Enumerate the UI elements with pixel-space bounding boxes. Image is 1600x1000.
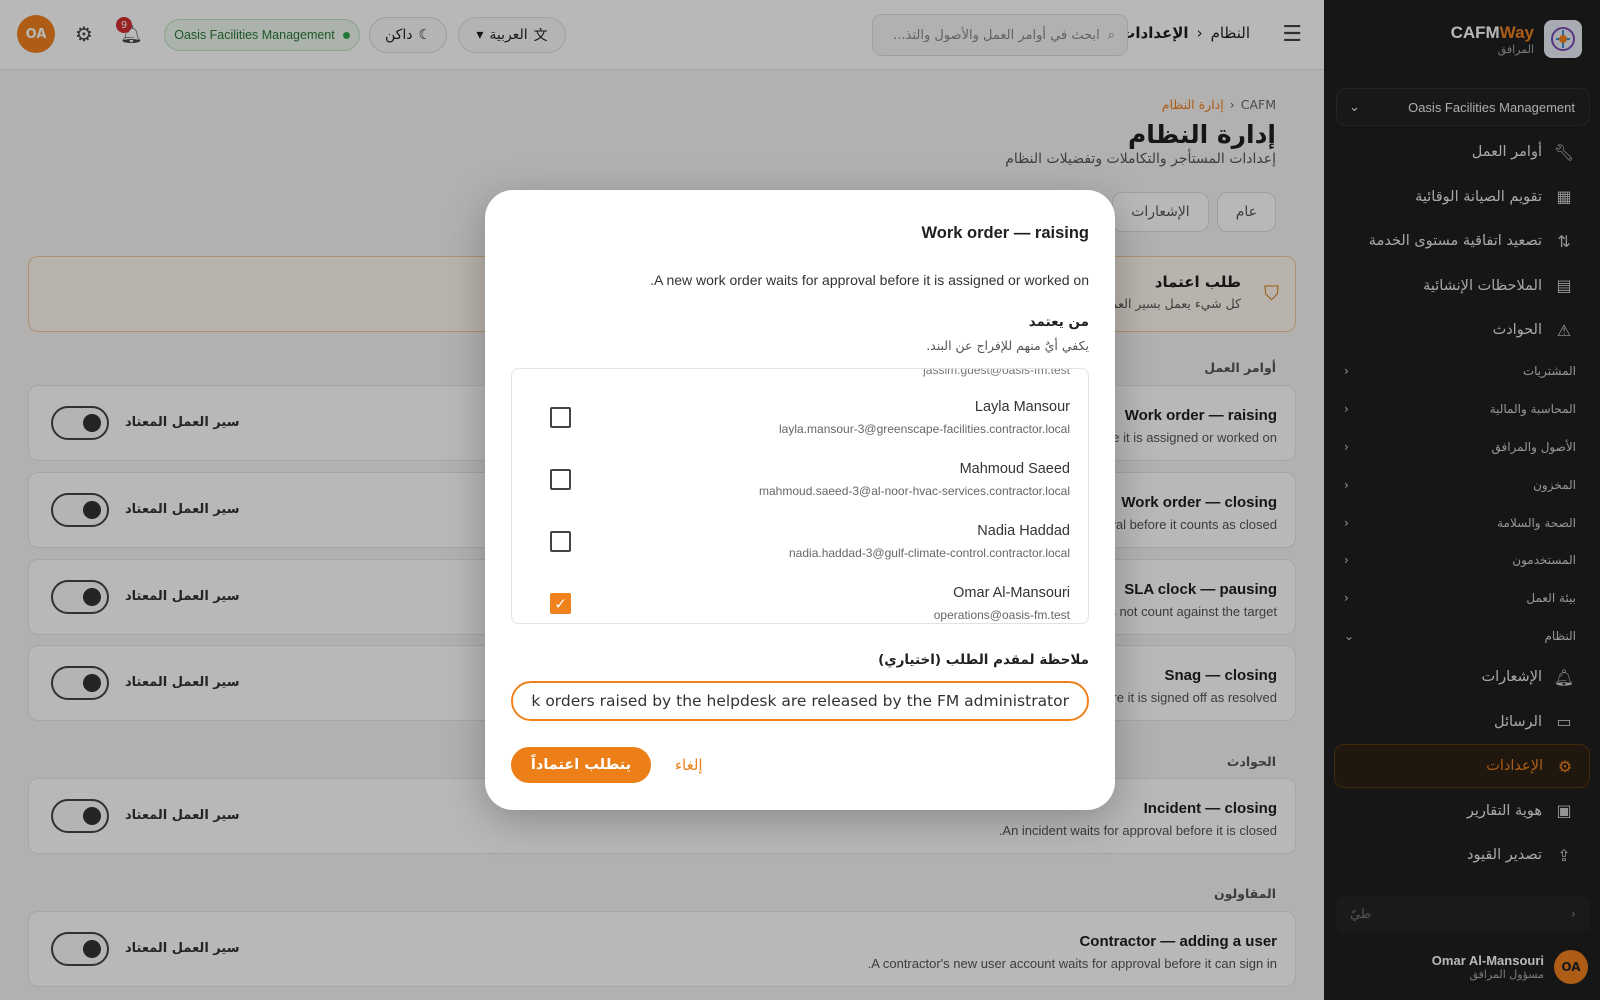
approver-row[interactable]: Omar Al-Mansouri operations@oasis-fm.tes…	[512, 573, 1088, 623]
approver-email: layla.mansour-3@greenscape-facilities.co…	[779, 422, 1070, 436]
dialog-description: A new work order waits for approval befo…	[650, 272, 1089, 288]
note-label: ملاحظة لمقدم الطلب (اختياري)	[878, 652, 1089, 668]
approver-row[interactable]: Layla Mansour layla.mansour-3@greenscape…	[512, 387, 1088, 449]
approver-email-cut-off: jassim.guest@oasis-fm.test	[923, 368, 1070, 377]
approval-dialog: Work order — raising A new work order wa…	[485, 190, 1115, 810]
checkmark-icon: ✓	[554, 594, 567, 613]
approver-checkbox[interactable]	[550, 407, 571, 428]
note-input[interactable]	[511, 681, 1089, 721]
approver-name: Nadia Haddad	[977, 523, 1070, 539]
require-approval-button[interactable]: يتطلب اعتماداً	[511, 747, 651, 783]
approver-list[interactable]: jassim.guest@oasis-fm.test Layla Mansour…	[511, 368, 1089, 624]
cancel-button[interactable]: إلغاء	[675, 747, 703, 783]
approver-email: mahmoud.saeed-3@al-noor-hvac-services.co…	[759, 484, 1070, 498]
approver-checkbox[interactable]	[550, 469, 571, 490]
approver-checkbox[interactable]	[550, 531, 571, 552]
approver-name: Mahmoud Saeed	[959, 461, 1070, 477]
approver-name: Layla Mansour	[974, 399, 1070, 415]
approver-email: nadia.haddad-3@gulf-climate-control.cont…	[789, 546, 1070, 560]
approver-checkbox-checked[interactable]: ✓	[550, 593, 571, 614]
approver-email: operations@oasis-fm.test	[933, 608, 1070, 622]
approvers-hint: يكفي أيٌ منهم للإفراج عن البند.	[926, 338, 1089, 353]
approver-row[interactable]: Mahmoud Saeed mahmoud.saeed-3@al-noor-hv…	[512, 449, 1088, 511]
approvers-label: من يعتمد	[1028, 314, 1089, 330]
approver-row[interactable]: Nadia Haddad nadia.haddad-3@gulf-climate…	[512, 511, 1088, 573]
dialog-title: Work order — raising	[921, 224, 1089, 242]
approver-name: Omar Al-Mansouri	[953, 585, 1070, 601]
